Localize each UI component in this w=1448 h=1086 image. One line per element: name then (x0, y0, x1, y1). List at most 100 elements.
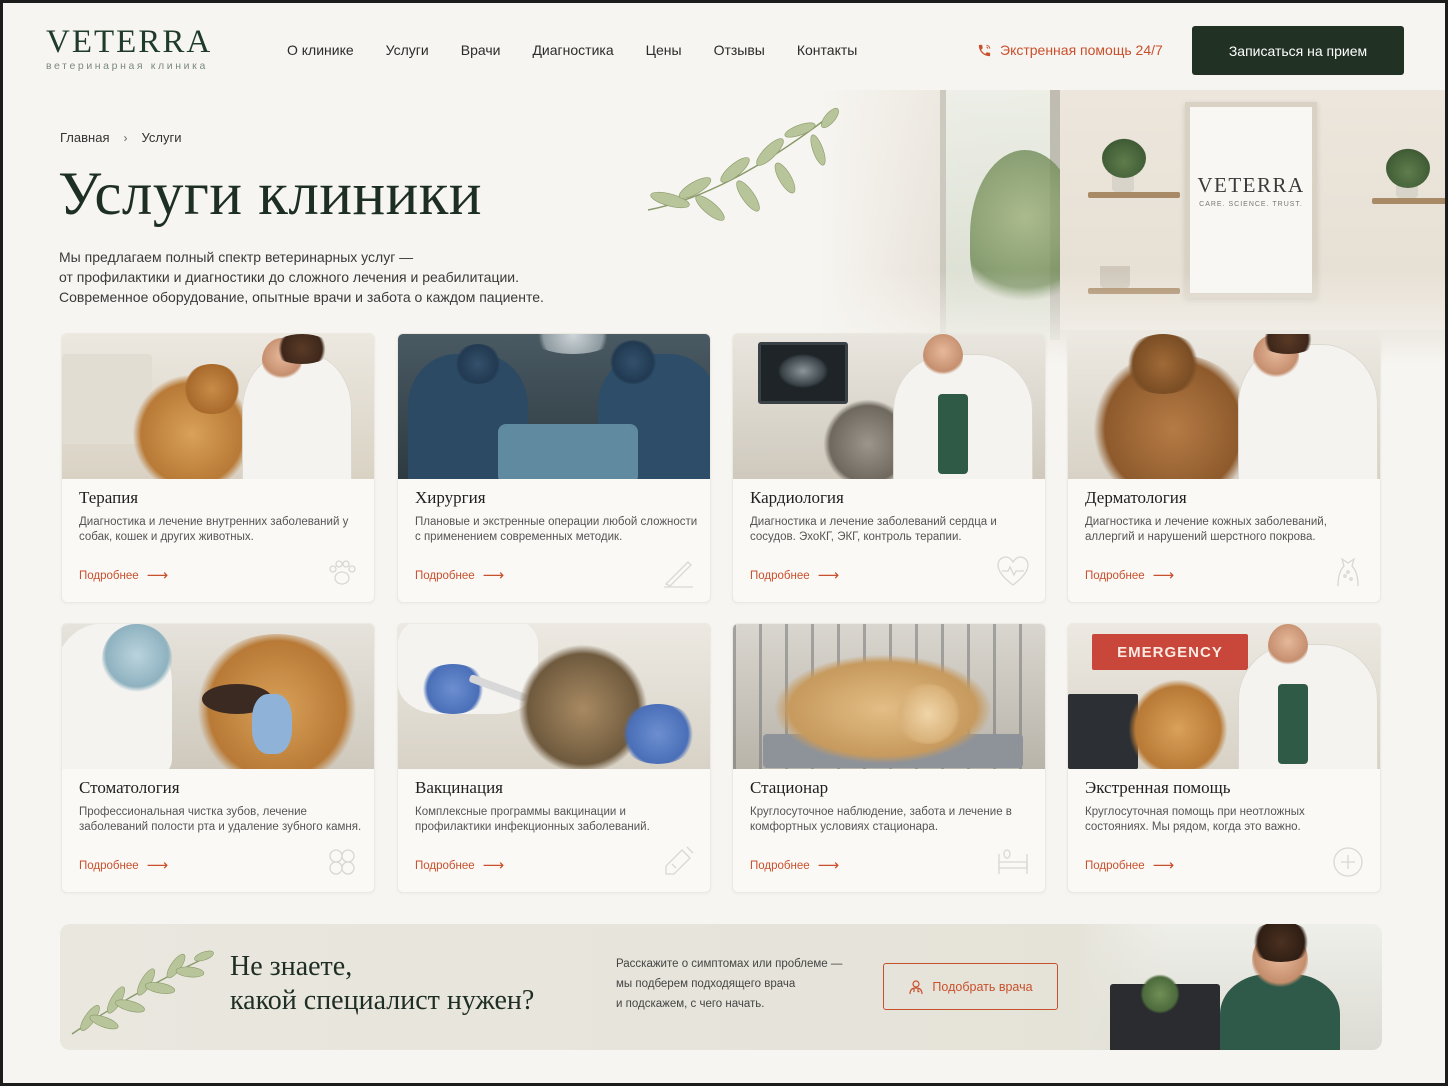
logo[interactable]: VETERRA ветеринарная клиника (46, 24, 213, 73)
card-title: Дерматология (1085, 488, 1187, 507)
card-description: Профессиональная чистка зубов, лечение з… (79, 806, 362, 833)
bed-icon (998, 849, 1028, 874)
banner-title-line: какой специалист нужен? (230, 985, 535, 1016)
card-more-link[interactable]: Подробнее ⟶ (750, 567, 840, 584)
service-card-hospital[interactable]: Стационар Круглосуточное наблюдение, заб… (732, 623, 1046, 893)
syringe-icon (665, 846, 694, 875)
card-more-link[interactable]: Подробнее ⟶ (1085, 857, 1175, 874)
logo-subtitle: ветеринарная клиника (46, 60, 208, 72)
service-card-vaccination[interactable]: Вакцинация Комплексные программы вакцина… (397, 623, 711, 893)
nav-item-about[interactable]: О клинике (287, 42, 354, 58)
arrow-right-icon: ⟶ (817, 857, 840, 874)
card-title: Экстренная помощь (1085, 778, 1231, 797)
arrow-right-icon: ⟶ (146, 567, 169, 584)
emergency-label: Экстренная помощь 24/7 (1000, 42, 1163, 58)
card-title: Стоматология (79, 778, 180, 797)
card-more-label: Подробнее (1085, 570, 1145, 582)
card-more-label: Подробнее (79, 860, 139, 872)
card-description: Диагностика и лечение внутренних заболев… (79, 516, 349, 543)
breadcrumb-current: Услуги (141, 130, 182, 145)
card-more-link[interactable]: Подробнее ⟶ (79, 857, 169, 874)
arrow-right-icon: ⟶ (482, 857, 505, 874)
clinic-sign-subtitle: CARE. SCIENCE. TRUST. (1199, 201, 1303, 208)
service-card-cardiology[interactable]: Кардиология Диагностика и лечение заболе… (732, 333, 1046, 603)
service-card-dermatology[interactable]: Дерматология Диагностика и лечение кожны… (1067, 333, 1381, 603)
doctor-icon (909, 979, 924, 994)
surgery-photo (398, 334, 710, 479)
card-more-label: Подробнее (750, 860, 810, 872)
card-more-label: Подробнее (750, 570, 810, 582)
banner-text-line: и подскажем, с чего начать. (616, 998, 765, 1010)
emergency-sign-text: EMERGENCY (1117, 643, 1223, 661)
card-more-label: Подробнее (415, 570, 475, 582)
breadcrumb-separator: › (123, 130, 128, 145)
main-nav: О клинике Услуги Врачи Диагностика Цены … (287, 42, 889, 58)
card-title: Кардиология (750, 488, 844, 507)
nav-item-diagnostics[interactable]: Диагностика (532, 42, 613, 58)
intro-line: Современное оборудование, опытные врачи … (59, 289, 544, 305)
card-title: Хирургия (415, 488, 486, 507)
service-card-therapy[interactable]: Терапия Диагностика и лечение внутренних… (61, 333, 375, 603)
card-description: Диагностика и лечение заболеваний сердца… (750, 516, 997, 543)
paw-icon (329, 560, 356, 585)
book-appointment-button[interactable]: Записаться на прием (1192, 26, 1404, 75)
leaf-branch-decoration (71, 950, 214, 1035)
card-more-link[interactable]: Подробнее ⟶ (750, 857, 840, 874)
arrow-right-icon: ⟶ (1152, 857, 1175, 874)
card-description: Круглосуточное наблюдение, забота и лече… (750, 806, 1012, 833)
card-description: Плановые и экстренные операции любой сло… (415, 516, 698, 543)
card-more-link[interactable]: Подробнее ⟶ (1085, 567, 1175, 584)
arrow-right-icon: ⟶ (482, 567, 505, 584)
intro-line: Мы предлагаем полный спектр ветеринарных… (59, 249, 414, 265)
phone-icon (978, 44, 991, 56)
banner-text-line: мы подберем подходящего врача (616, 978, 796, 990)
card-more-link[interactable]: Подробнее ⟶ (415, 567, 505, 584)
emergency-icon (1333, 847, 1363, 877)
intro-text: Мы предлагаем полный спектр ветеринарных… (59, 247, 619, 307)
service-card-dentistry[interactable]: Стоматология Профессиональная чистка зуб… (61, 623, 375, 893)
scalpel-icon (664, 561, 693, 588)
card-more-link[interactable]: Подробнее ⟶ (79, 567, 169, 584)
arrow-right-icon: ⟶ (817, 567, 840, 584)
hospital-photo (733, 624, 1045, 769)
nav-item-services[interactable]: Услуги (386, 42, 429, 58)
intro-line: от профилактики и диагностики до сложног… (59, 269, 519, 285)
card-more-link[interactable]: Подробнее ⟶ (415, 857, 505, 874)
dermatology-photo (1068, 334, 1380, 479)
dog-skin-icon (1337, 557, 1359, 587)
site-header: VETERRA ветеринарная клиника О клинике У… (0, 0, 1448, 96)
card-description: Комплексные программы вакцинации и профи… (415, 806, 650, 833)
service-card-surgery[interactable]: Хирургия Плановые и экстренные операции … (397, 333, 711, 603)
nav-item-prices[interactable]: Цены (646, 42, 682, 58)
nav-item-contacts[interactable]: Контакты (797, 42, 857, 58)
card-more-label: Подробнее (415, 860, 475, 872)
leaf-branch-decoration (647, 107, 839, 221)
nav-item-reviews[interactable]: Отзывы (714, 42, 765, 58)
vaccination-photo (398, 624, 710, 769)
tooth-icon (329, 849, 355, 875)
cardiology-photo (733, 334, 1045, 479)
therapy-photo (62, 334, 374, 479)
find-doctor-button[interactable]: Подобрать врача (883, 963, 1058, 1010)
emergency-photo: EMERGENCY (1068, 624, 1380, 769)
nav-item-doctors[interactable]: Врачи (461, 42, 501, 58)
dentistry-photo (62, 624, 374, 769)
logo-title: VETERRA (46, 24, 213, 60)
clinic-sign: VETERRA CARE. SCIENCE. TRUST. (1185, 102, 1317, 298)
card-title: Терапия (79, 488, 139, 507)
card-description: Диагностика и лечение кожных заболеваний… (1085, 516, 1327, 543)
banner-title: Не знаете, какой специалист нужен? (230, 950, 534, 1018)
breadcrumb-home[interactable]: Главная (60, 130, 109, 145)
card-more-label: Подробнее (1085, 860, 1145, 872)
arrow-right-icon: ⟶ (1152, 567, 1175, 584)
find-doctor-label: Подобрать врача (932, 979, 1033, 994)
banner-title-line: Не знаете, (230, 951, 353, 982)
banner-text-line: Расскажите о симптомах или проблеме — (616, 958, 843, 970)
clinic-sign-title: VETERRA (1197, 173, 1305, 197)
arrow-right-icon: ⟶ (146, 857, 169, 874)
banner-text: Расскажите о симптомах или проблеме — мы… (616, 954, 842, 1014)
emergency-phone-link[interactable]: Экстренная помощь 24/7 (977, 42, 1163, 58)
breadcrumb: Главная › Услуги (60, 130, 181, 145)
service-card-emergency[interactable]: EMERGENCY Экстренная помощь Круглосуточн… (1067, 623, 1381, 893)
card-title: Вакцинация (415, 778, 503, 797)
